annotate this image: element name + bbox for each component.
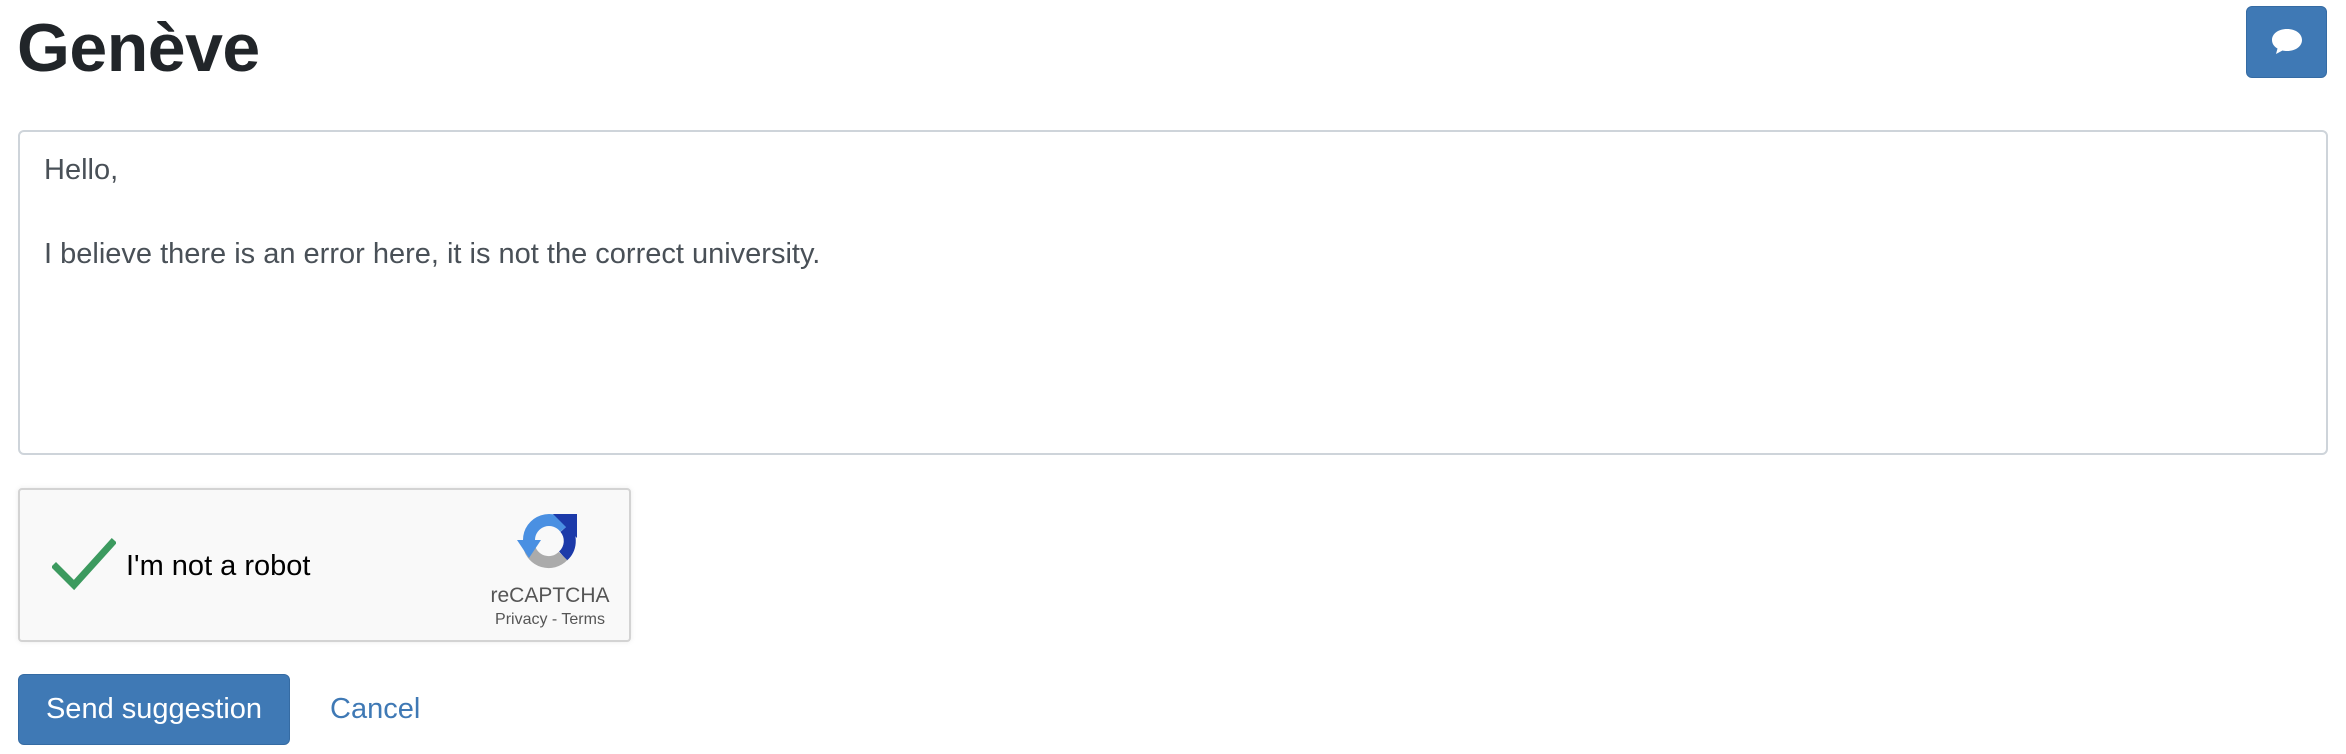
page: Genève Hello, I believe there is an erro…	[0, 0, 2346, 754]
recaptcha-logo-icon	[517, 514, 577, 569]
speech-bubble-icon	[2271, 29, 2302, 54]
links-separator: -	[547, 611, 562, 628]
recaptcha-label: I'm not a robot	[126, 550, 311, 582]
message-textarea[interactable]: Hello, I believe there is an error here,…	[18, 130, 2328, 455]
recaptcha-widget: I'm not a robot reCAPTCHA Privacy - Term…	[18, 488, 631, 642]
recaptcha-links: Privacy - Terms	[465, 610, 635, 630]
send-suggestion-button[interactable]: Send suggestion	[18, 674, 290, 745]
page-title: Genève	[17, 10, 260, 86]
checkmark-icon[interactable]	[52, 537, 116, 591]
feedback-button[interactable]	[2246, 6, 2327, 78]
privacy-link[interactable]: Privacy	[495, 611, 547, 628]
terms-link[interactable]: Terms	[561, 611, 605, 628]
recaptcha-brand: reCAPTCHA	[490, 584, 610, 607]
cancel-link[interactable]: Cancel	[330, 674, 420, 745]
